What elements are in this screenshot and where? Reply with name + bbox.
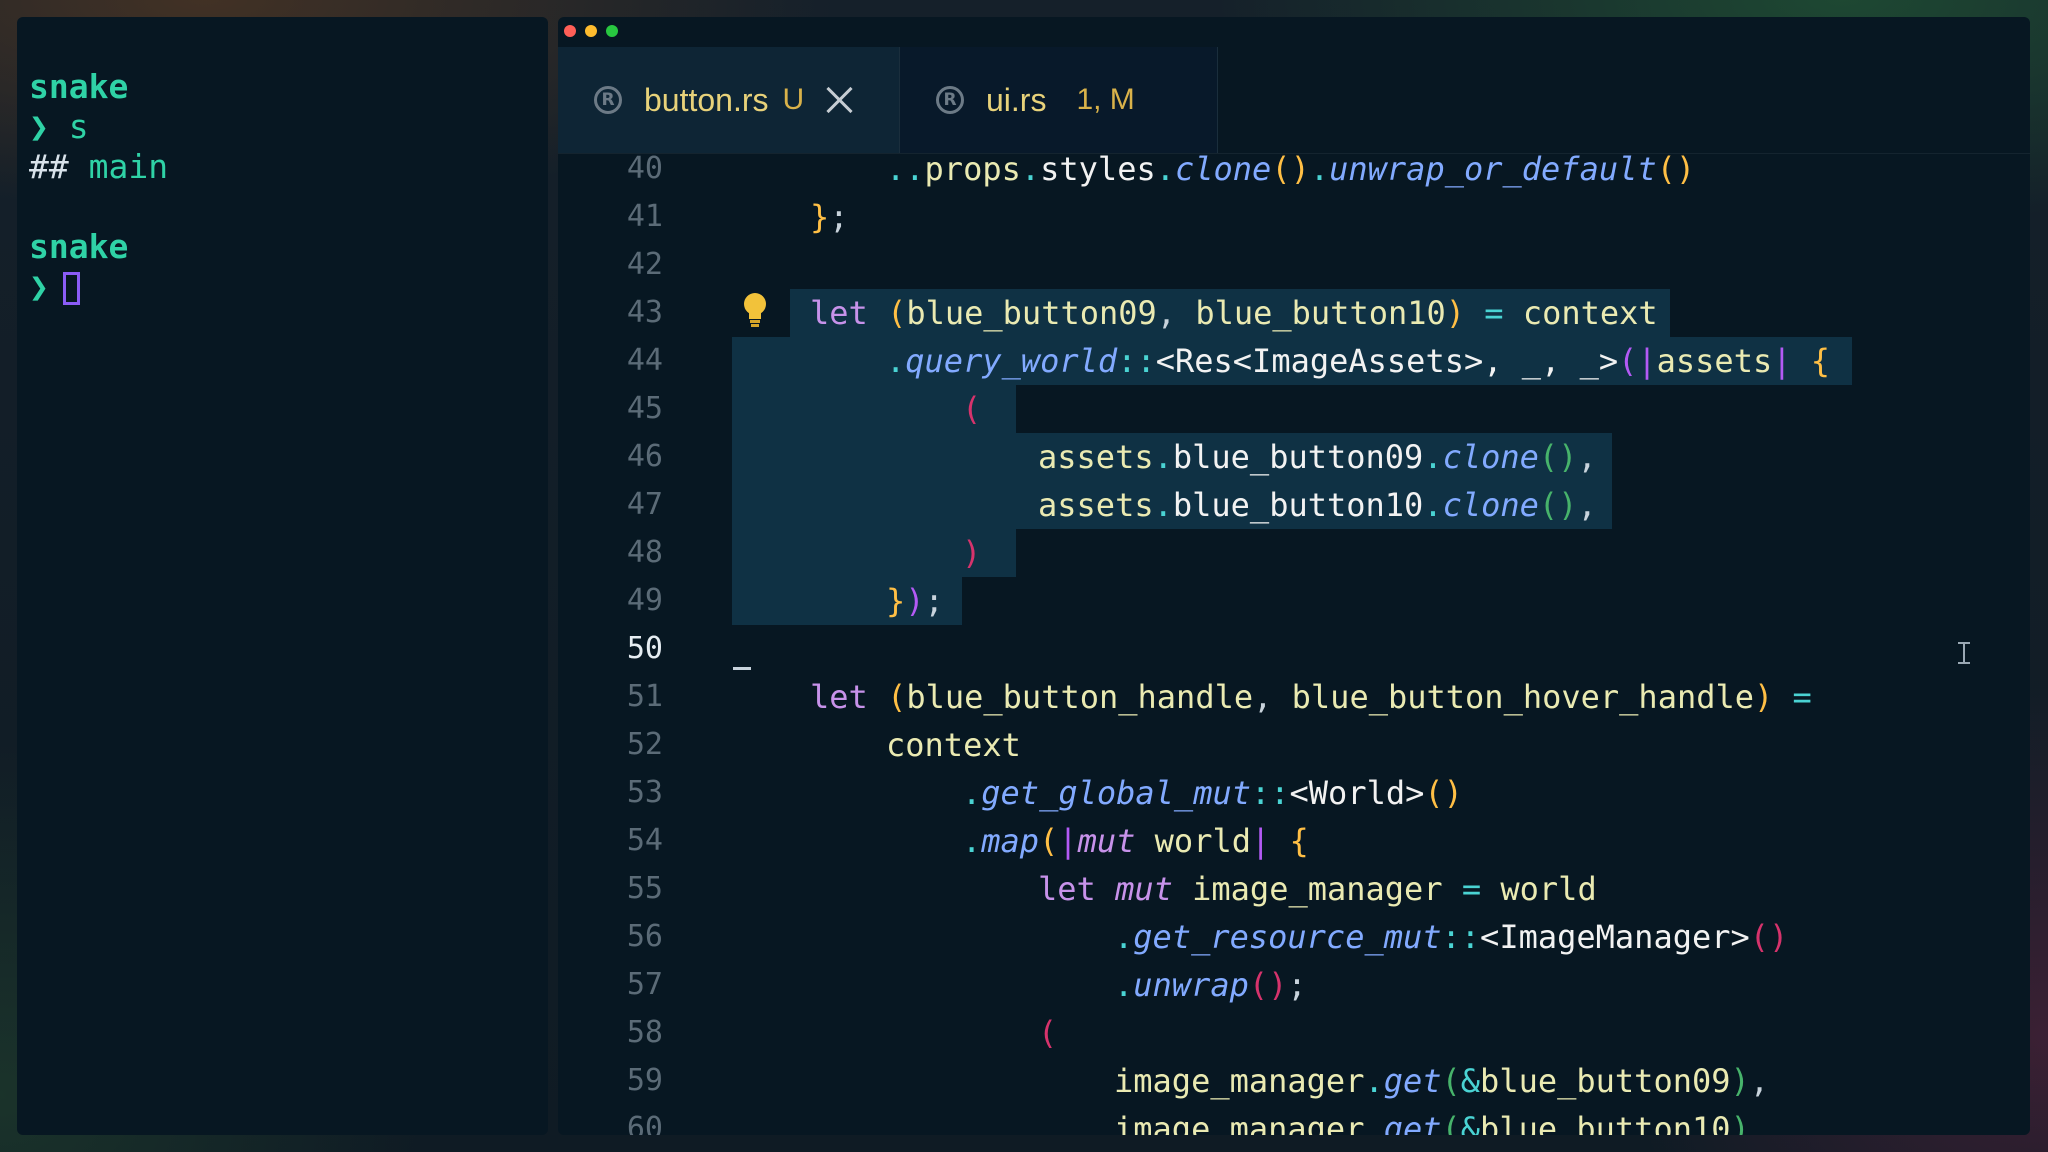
tab-button-rs[interactable]: R button.rs U [558,47,900,153]
code-line: ..props.styles.clone().unwrap_or_default… [886,150,1696,188]
code-line: let mut image_manager = world [1038,870,1597,908]
code-line: .map(|mut world| { [962,822,1309,860]
code-line: .query_world::<Res<ImageAssets>, _, _>(|… [886,342,1831,380]
line-number: 52 [626,727,663,762]
code-line: .get_global_mut::<World>() [962,774,1463,812]
code-line: }; [810,198,849,236]
code-line: image_manager.get(&blue_button10), [1114,1110,1770,1135]
code-line: }); [886,582,944,620]
code-line: ( [1038,1014,1058,1052]
terminal-cursor [62,272,80,305]
prompt-symbol: ❯ [29,267,49,306]
line-number: 40 [626,151,663,186]
ibeam-cursor-icon [1958,642,1970,664]
code-line: let (blue_button09, blue_button10) = con… [810,294,1658,332]
line-number: 44 [626,343,663,378]
rust-icon: R [936,86,964,114]
line-number: 41 [626,199,663,234]
close-icon[interactable] [826,86,854,114]
line-number: 43 [626,295,663,330]
line-number: 47 [626,487,663,522]
line-number: 46 [626,439,663,474]
line-number: 54 [626,823,663,858]
line-number: 55 [626,871,663,906]
code-line: ) [962,534,982,572]
code-line: ( [962,390,982,428]
line-number: 60 [626,1111,663,1135]
zoom-window-button[interactable] [606,25,618,37]
command-line: ❯ s [29,107,89,146]
lightbulb-icon[interactable] [742,292,768,330]
tab-bar: R button.rs U R ui.rs 1, M [558,47,2030,154]
text-cursor [733,667,751,670]
window-controls[interactable] [564,25,618,37]
line-number: 48 [626,535,663,570]
tab-label: ui.rs [986,81,1047,118]
line-number: 57 [626,967,663,1002]
code-line: image_manager.get(&blue_button09), [1114,1062,1770,1100]
line-number: 49 [626,583,663,618]
line-number: 45 [626,391,663,426]
line-number: 42 [626,247,663,282]
rust-icon: R [594,86,622,114]
terminal-pane[interactable]: snake ❯ s ## main snake ❯ [17,17,548,1135]
tab-label: button.rs [644,81,769,118]
code-line: .unwrap(); [1114,966,1307,1004]
line-number: 59 [626,1063,663,1098]
line-number-active: 50 [626,631,663,666]
code-line: .get_resource_mut::<ImageManager>() [1114,918,1789,956]
prompt-dir: snake [29,67,129,106]
line-number: 56 [626,919,663,954]
line-number: 58 [626,1015,663,1050]
line-number: 51 [626,679,663,714]
prompt-line[interactable]: ❯ [29,267,80,307]
branch-output: ## main [29,147,169,186]
code-line: assets.blue_button10.clone(), [1038,486,1597,524]
code-line: context [886,726,1021,764]
line-number: 53 [626,775,663,810]
tab-status-badge: U [782,83,805,116]
close-window-button[interactable] [564,25,576,37]
prompt-dir: snake [29,227,129,266]
code-line: assets.blue_button09.clone(), [1038,438,1597,476]
tab-ui-rs[interactable]: R ui.rs 1, M [900,47,1218,153]
tab-status-badge: 1, M [1076,83,1135,116]
code-line: let (blue_button_handle, blue_button_hov… [810,678,1812,716]
code-editor[interactable]: R button.rs U R ui.rs 1, M 40 41 42 43 4… [558,17,2030,1135]
minimize-window-button[interactable] [585,25,597,37]
